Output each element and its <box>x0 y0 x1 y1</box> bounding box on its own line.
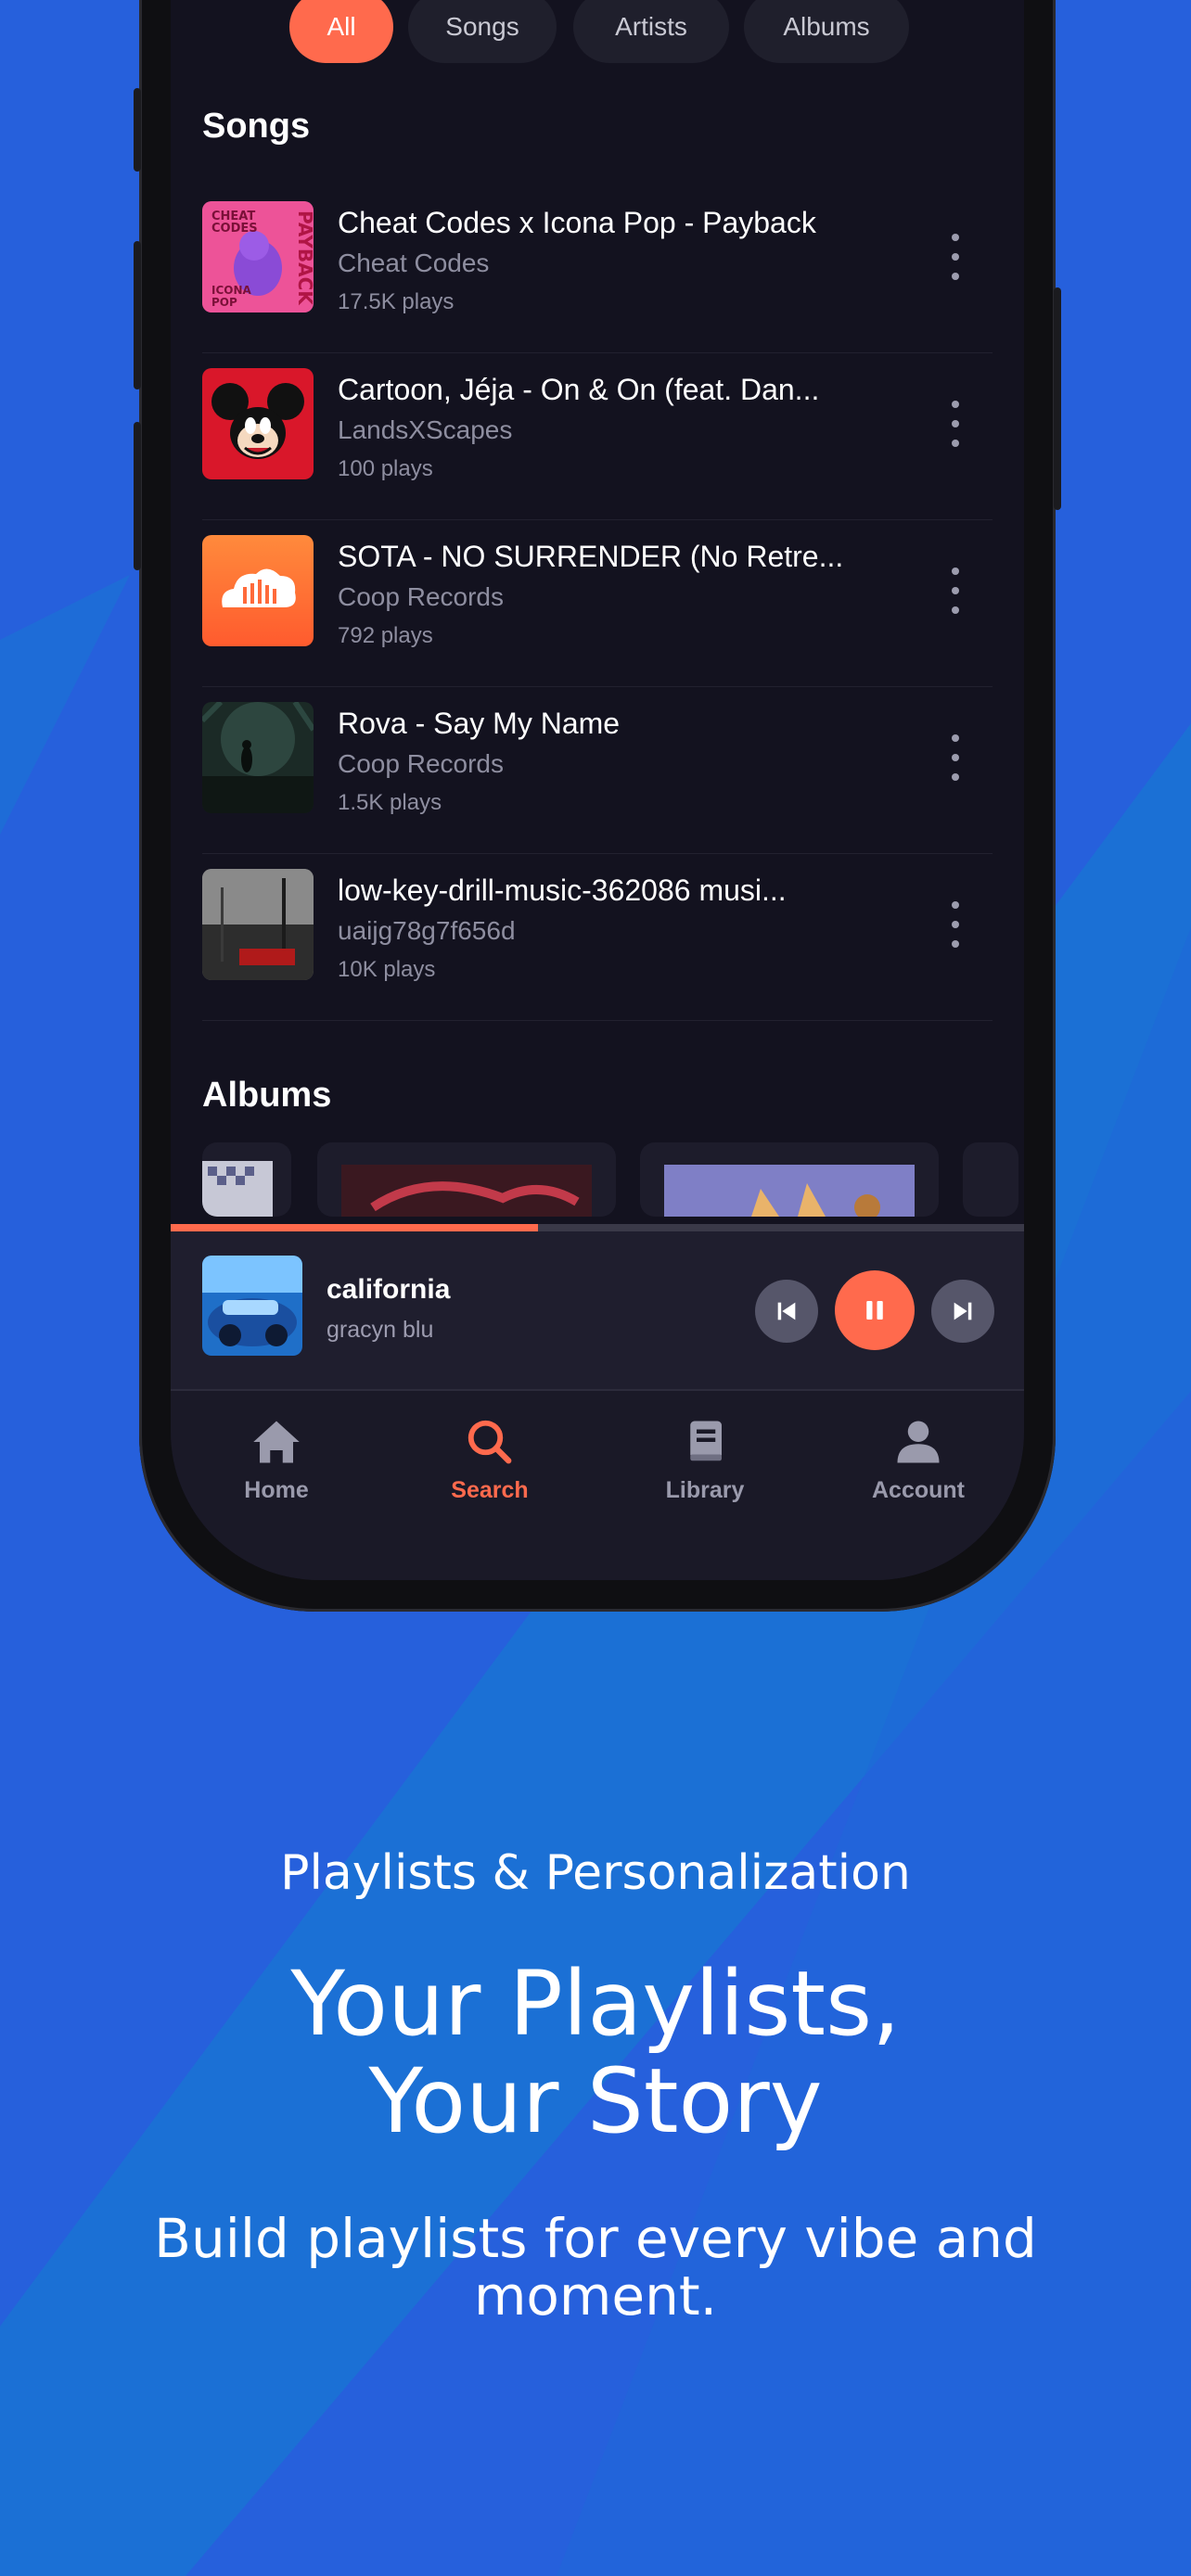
album-card[interactable] <box>317 1142 616 1217</box>
song-plays: 100 plays <box>338 456 433 481</box>
now-playing-art <box>202 1256 302 1356</box>
now-playing-title: california <box>327 1274 451 1305</box>
phone-side-button <box>134 88 141 172</box>
song-plays: 17.5K plays <box>338 289 455 314</box>
headline-line-2: Your Story <box>368 2049 823 2153</box>
filter-chip-all[interactable]: All <box>289 0 393 63</box>
skip-previous-icon <box>777 1302 796 1320</box>
next-track-button[interactable] <box>931 1280 994 1343</box>
song-artist: uaijg78g7f656d <box>338 916 516 945</box>
songs-section-title: Songs <box>202 107 311 146</box>
filter-chip-albums[interactable]: Albums <box>744 0 909 63</box>
song-artist: Cheat Codes <box>338 249 490 277</box>
song-list-item[interactable]: Rova - Say My Name Coop Records 1.5K pla… <box>202 686 992 854</box>
mini-player[interactable]: california gracyn blu <box>171 1231 1024 1389</box>
more-options-icon[interactable] <box>944 734 967 781</box>
now-playing-artist: gracyn blu <box>327 1317 434 1343</box>
album-art <box>202 869 314 980</box>
filter-chip-songs[interactable]: Songs <box>408 0 557 63</box>
bottom-navigation: Home Search Library Account <box>171 1389 1024 1580</box>
svg-text:POP: POP <box>211 296 237 309</box>
search-icon <box>467 1420 512 1464</box>
library-icon <box>690 1421 722 1461</box>
song-list-item[interactable]: CHEAT CODES ICONA POP PAYBACK Cheat Code… <box>202 185 992 353</box>
song-plays: 10K plays <box>338 957 436 982</box>
album-card[interactable] <box>963 1142 1018 1217</box>
playback-progress-track[interactable] <box>171 1224 1024 1231</box>
more-options-icon[interactable] <box>944 401 967 447</box>
more-options-icon[interactable] <box>944 567 967 614</box>
nav-home[interactable]: Home <box>193 1419 360 1504</box>
phone-side-button <box>134 241 141 389</box>
song-list-item[interactable]: Cartoon, Jéja - On & On (feat. Dan... La… <box>202 352 992 520</box>
album-art: CHEAT CODES ICONA POP PAYBACK <box>202 201 314 312</box>
svg-text:PAYBACK: PAYBACK <box>294 210 314 306</box>
home-indicator <box>171 1549 1024 1558</box>
song-artist: LandsXScapes <box>338 415 513 444</box>
song-list-item[interactable]: low-key-drill-music-362086 musi... uaijg… <box>202 853 992 1021</box>
nav-label: Library <box>665 1477 745 1503</box>
albums-section-title: Albums <box>202 1076 332 1115</box>
album-art <box>202 702 314 813</box>
feature-eyebrow: Playlists & Personalization <box>280 1845 911 1901</box>
song-title: Rova - Say My Name <box>338 707 621 740</box>
song-list-item[interactable]: SOTA - NO SURRENDER (No Retre... Coop Re… <box>202 519 992 687</box>
filter-chip-artists[interactable]: Artists <box>573 0 729 63</box>
nav-library[interactable]: Library <box>621 1419 788 1504</box>
account-icon <box>897 1421 940 1463</box>
svg-text:CODES: CODES <box>211 222 258 236</box>
song-plays: 792 plays <box>338 623 433 648</box>
subtext-line-2: moment. <box>473 2264 718 2327</box>
more-options-icon[interactable] <box>944 901 967 948</box>
phone-side-button <box>134 422 141 570</box>
album-art <box>341 1165 592 1217</box>
nav-label: Home <box>244 1477 309 1503</box>
more-options-icon[interactable] <box>944 234 967 280</box>
nav-account[interactable]: Account <box>835 1419 1002 1504</box>
album-card[interactable] <box>640 1142 939 1217</box>
song-plays: 1.5K plays <box>338 790 442 815</box>
nav-search[interactable]: Search <box>406 1419 573 1504</box>
pause-button[interactable] <box>835 1270 915 1350</box>
playback-progress-fill <box>171 1224 538 1231</box>
nav-label: Account <box>872 1477 965 1503</box>
song-artist: Coop Records <box>338 749 504 778</box>
album-art <box>202 535 314 646</box>
home-icon <box>253 1421 300 1463</box>
song-title: SOTA - NO SURRENDER (No Retre... <box>338 540 844 573</box>
pause-icon <box>866 1301 883 1320</box>
album-art <box>202 368 314 479</box>
headline-line-1: Your Playlists, <box>290 1952 901 2056</box>
song-artist: Coop Records <box>338 582 504 611</box>
subtext-line-1: Build playlists for every vibe and <box>154 2207 1037 2270</box>
album-card[interactable] <box>202 1142 291 1217</box>
phone-side-button <box>1054 287 1061 510</box>
app-screen: All Songs Artists Albums Songs CHEAT COD… <box>171 0 1024 1580</box>
song-title: Cartoon, Jéja - On & On (feat. Dan... <box>338 373 820 406</box>
song-title: Cheat Codes x Icona Pop - Payback <box>338 206 816 239</box>
album-art <box>664 1165 915 1217</box>
previous-track-button[interactable] <box>755 1280 818 1343</box>
song-title: low-key-drill-music-362086 musi... <box>338 874 787 907</box>
svg-text:ICONA: ICONA <box>211 284 252 297</box>
album-art <box>202 1161 273 1217</box>
nav-label: Search <box>451 1477 529 1503</box>
skip-next-icon <box>954 1302 972 1320</box>
